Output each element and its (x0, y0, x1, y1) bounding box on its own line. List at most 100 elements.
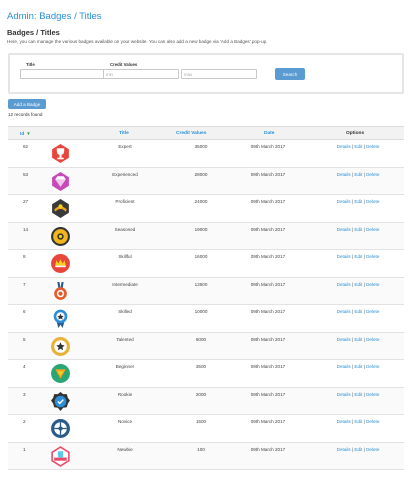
row-options: Details | Edit | Delete (328, 144, 388, 149)
table-row: 62 Expert 35000 09th March 2017 Details | Ed… (8, 140, 404, 168)
details-link[interactable]: Details (337, 447, 351, 452)
delete-link[interactable]: Delete (366, 254, 379, 259)
badge-id: 1 (23, 446, 26, 452)
badge-title: Skilled (118, 309, 132, 314)
row-options: Details | Edit | Delete (328, 254, 388, 259)
delete-link[interactable]: Delete (366, 199, 379, 204)
delete-link[interactable]: Delete (366, 309, 379, 314)
delete-link[interactable]: Delete (366, 282, 379, 287)
delete-link[interactable]: Delete (366, 447, 379, 452)
credit-min-input[interactable] (103, 69, 179, 79)
details-link[interactable]: Details (337, 364, 351, 369)
delete-link[interactable]: Delete (366, 337, 379, 342)
badge-id: 3 (23, 391, 26, 397)
details-link[interactable]: Details (337, 227, 351, 232)
delete-link[interactable]: Delete (366, 144, 379, 149)
badge-id: 8 (23, 254, 26, 259)
delete-link[interactable]: Delete (366, 419, 379, 424)
badge-title: Expert (118, 144, 132, 149)
details-link[interactable]: Details (337, 392, 351, 397)
sun-icon (51, 226, 70, 246)
table-row: 27 Proficient 24000 09th March 2017 Details … (8, 195, 404, 223)
badge-title: Newbie (117, 446, 133, 452)
records-count: 12 records found (8, 112, 43, 117)
details-link[interactable]: Details (337, 309, 351, 314)
delete-link[interactable]: Delete (366, 364, 379, 369)
credit-filter-label: Credit Values (110, 62, 138, 67)
details-link[interactable]: Details (337, 419, 351, 424)
badge-title: Novice (117, 419, 133, 424)
rosette-icon (53, 309, 68, 328)
badge-id: 5 (23, 336, 26, 342)
cup-badge-icon (51, 445, 70, 467)
details-link[interactable]: Details (337, 199, 351, 204)
badge-date: 09th March 2017 (250, 309, 286, 314)
ribbon-icon (52, 199, 69, 218)
page-description: Here, you can manage the various badges … (7, 39, 268, 44)
details-link[interactable]: Details (337, 254, 351, 259)
badge-title: Seasoned (114, 226, 136, 232)
table-row: 14 Seasoned 19000 09th March 2017 Details | … (8, 222, 404, 250)
row-options: Details | Edit | Delete (328, 337, 388, 342)
badge-date: 09th March 2017 (250, 446, 286, 452)
section-title: Badges / Titles (7, 28, 60, 37)
badge-date: 09th March 2017 (250, 419, 286, 424)
details-link[interactable]: Details (337, 144, 351, 149)
badge-title: Experienced (112, 171, 138, 177)
row-options: Details | Edit | Delete (328, 447, 388, 452)
badge-credit-value: 6000 (195, 336, 207, 342)
badge-credit-value: 100 (197, 446, 205, 452)
badge-id: 27 (23, 199, 29, 204)
gem-icon (52, 171, 69, 191)
column-id-header[interactable]: Id ▼ (20, 131, 31, 137)
page-title: Admin: Badges / Titles (7, 11, 102, 22)
row-options: Details | Edit | Delete (328, 282, 388, 287)
badge-id: 14 (23, 226, 29, 232)
medal-icon (54, 281, 67, 300)
table-row: 3 Rookie 2000 09th March 2017 Details | Edit… (8, 387, 404, 415)
table-row: 5 Talented 6000 09th March 2017 Details | Ed… (8, 332, 404, 360)
table-row: 6 Skilled 10000 09th March 2017 Details | Ed… (8, 305, 404, 333)
details-link[interactable]: Details (337, 172, 351, 177)
delete-link[interactable]: Delete (366, 392, 379, 397)
credit-max-input[interactable] (181, 69, 257, 79)
table-row: 8 Skillful 16000 09th March 2017 Details | E… (8, 250, 404, 278)
column-credit-header[interactable]: Credit Values (176, 131, 206, 136)
badge-id: 4 (23, 364, 26, 369)
badge-id: 7 (23, 281, 26, 287)
badge-credit-value: 13500 (194, 281, 208, 287)
check-badge-icon (51, 391, 70, 411)
row-options: Details | Edit | Delete (328, 309, 388, 314)
row-options: Details | Edit | Delete (328, 199, 388, 204)
badge-credit-value: 28000 (194, 171, 208, 177)
row-options: Details | Edit | Delete (328, 419, 388, 424)
badge-date: 09th March 2017 (250, 336, 286, 342)
column-title-header[interactable]: Title (119, 131, 129, 136)
badge-date: 09th March 2017 (250, 391, 286, 397)
badge-id: 62 (23, 144, 29, 149)
badge-credit-value: 1500 (195, 419, 207, 424)
star-badge-icon (51, 336, 70, 356)
badge-credit-value: 19000 (194, 226, 208, 232)
delete-link[interactable]: Delete (366, 227, 379, 232)
badge-date: 09th March 2017 (250, 199, 286, 204)
badge-date: 09th March 2017 (250, 171, 286, 177)
badge-credit-value: 10000 (194, 309, 208, 314)
add-badge-button[interactable]: Add a Badge (8, 99, 46, 109)
badge-credit-value: 16000 (194, 254, 208, 259)
row-options: Details | Edit | Delete (328, 392, 388, 397)
details-link[interactable]: Details (337, 337, 351, 342)
table-row: 53 Experienced 28000 09th March 2017 Details… (8, 167, 404, 195)
sort-arrow-icon: ▼ (26, 131, 31, 136)
search-button[interactable]: Search (275, 68, 305, 80)
table-header: Id ▼ Title Credit Values Date Options (8, 127, 404, 140)
row-options: Details | Edit | Delete (328, 172, 388, 177)
delete-link[interactable]: Delete (366, 172, 379, 177)
details-link[interactable]: Details (337, 282, 351, 287)
column-date-header[interactable]: Date (264, 131, 274, 136)
chevron-badge-icon (51, 364, 70, 383)
wheel-icon (51, 419, 70, 438)
badge-credit-value: 24000 (194, 199, 208, 204)
table-body: 62 Expert 35000 09th March 2017 Details | Ed… (8, 140, 404, 470)
title-filter-input[interactable] (20, 69, 105, 79)
